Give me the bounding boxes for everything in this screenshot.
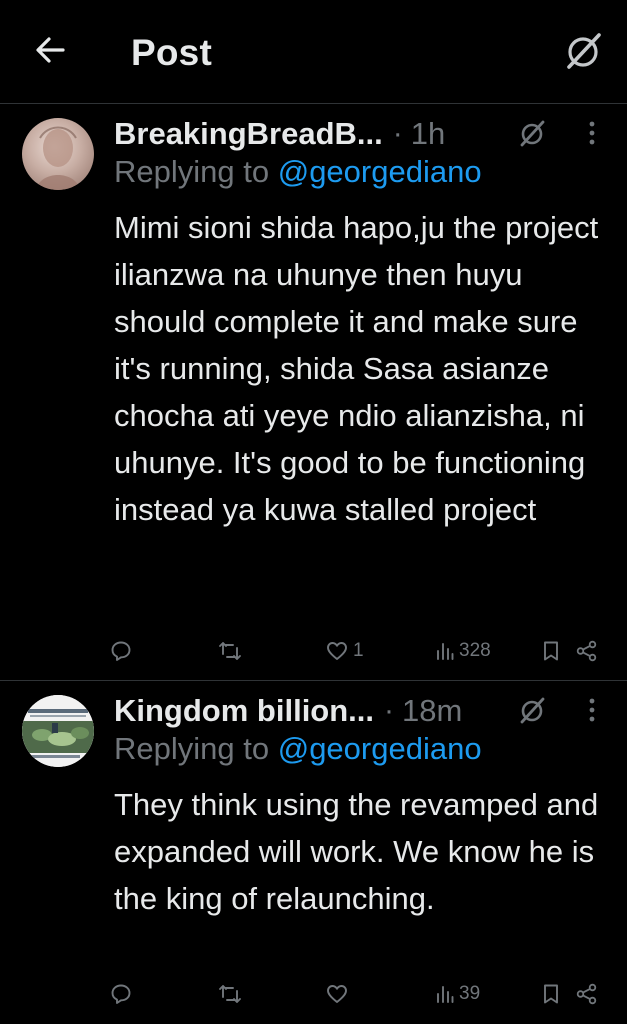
- meta-separator: ·: [392, 117, 403, 150]
- reply-bubble-icon: [110, 983, 132, 1005]
- reply-post[interactable]: BreakingBreadB... · 1h Replying to @geor…: [0, 104, 627, 681]
- replying-handle-link[interactable]: @georgediano: [278, 154, 482, 189]
- page-title: Post: [131, 32, 212, 73]
- views-button[interactable]: 328: [436, 633, 491, 669]
- replying-label: Replying to: [114, 731, 270, 766]
- replying-to: Replying to @georgediano: [114, 731, 482, 767]
- view-count: 328: [459, 640, 491, 661]
- top-app-bar: Post: [0, 0, 627, 104]
- grok-button[interactable]: [517, 697, 547, 727]
- meta-separator: ·: [384, 694, 395, 727]
- back-button[interactable]: [28, 30, 72, 74]
- post-meta: BreakingBreadB... · 1h: [114, 112, 445, 156]
- view-count: 39: [459, 983, 481, 1004]
- bookmark-button[interactable]: [542, 976, 560, 1012]
- share-button[interactable]: [576, 633, 598, 669]
- views-chart-icon: [436, 641, 454, 661]
- grok-icon: [518, 696, 546, 729]
- bookmark-icon: [542, 640, 560, 662]
- author-name[interactable]: BreakingBreadB...: [114, 116, 383, 152]
- post-actions: 1 328: [0, 633, 627, 669]
- heart-icon: [326, 641, 348, 661]
- like-button[interactable]: 1: [326, 633, 364, 669]
- grok-button[interactable]: [517, 120, 547, 150]
- repost-button[interactable]: [218, 976, 247, 1012]
- grok-icon: [518, 119, 546, 152]
- post-meta: Kingdom billion... · 18m: [114, 689, 462, 733]
- like-button[interactable]: [326, 976, 353, 1012]
- more-options-button[interactable]: [578, 697, 606, 727]
- more-options-button[interactable]: [578, 120, 606, 150]
- more-vertical-icon: [589, 121, 595, 150]
- repost-icon: [218, 640, 242, 662]
- reply-button[interactable]: [110, 976, 137, 1012]
- views-button[interactable]: 39: [436, 976, 480, 1012]
- avatar[interactable]: [22, 695, 94, 767]
- reply-bubble-icon: [110, 640, 132, 662]
- repost-icon: [218, 983, 242, 1005]
- repost-button[interactable]: [218, 633, 247, 669]
- reply-post[interactable]: Kingdom billion... · 18m Replying to @ge…: [0, 681, 627, 1024]
- like-count: 1: [353, 640, 364, 661]
- reply-button[interactable]: [110, 633, 137, 669]
- heart-icon: [326, 984, 348, 1004]
- views-chart-icon: [436, 984, 454, 1004]
- replying-handle-link[interactable]: @georgediano: [278, 731, 482, 766]
- grok-button[interactable]: [560, 30, 606, 76]
- post-text: Mimi sioni shida hapo,ju the project ili…: [114, 210, 599, 527]
- bookmark-button[interactable]: [542, 633, 560, 669]
- replying-label: Replying to: [114, 154, 270, 189]
- bookmark-icon: [542, 983, 560, 1005]
- share-button[interactable]: [576, 976, 598, 1012]
- author-name[interactable]: Kingdom billion...: [114, 693, 374, 729]
- replying-to: Replying to @georgediano: [114, 154, 482, 190]
- post-time[interactable]: 18m: [402, 693, 462, 729]
- post-time[interactable]: 1h: [411, 116, 445, 152]
- arrow-left-icon: [35, 36, 65, 69]
- grok-icon: [563, 31, 603, 76]
- avatar[interactable]: [22, 118, 94, 190]
- post-text: They think using the revamped and expand…: [114, 787, 599, 916]
- post-actions: 39: [0, 976, 627, 1012]
- share-icon: [576, 983, 598, 1005]
- share-icon: [576, 640, 598, 662]
- more-vertical-icon: [589, 698, 595, 727]
